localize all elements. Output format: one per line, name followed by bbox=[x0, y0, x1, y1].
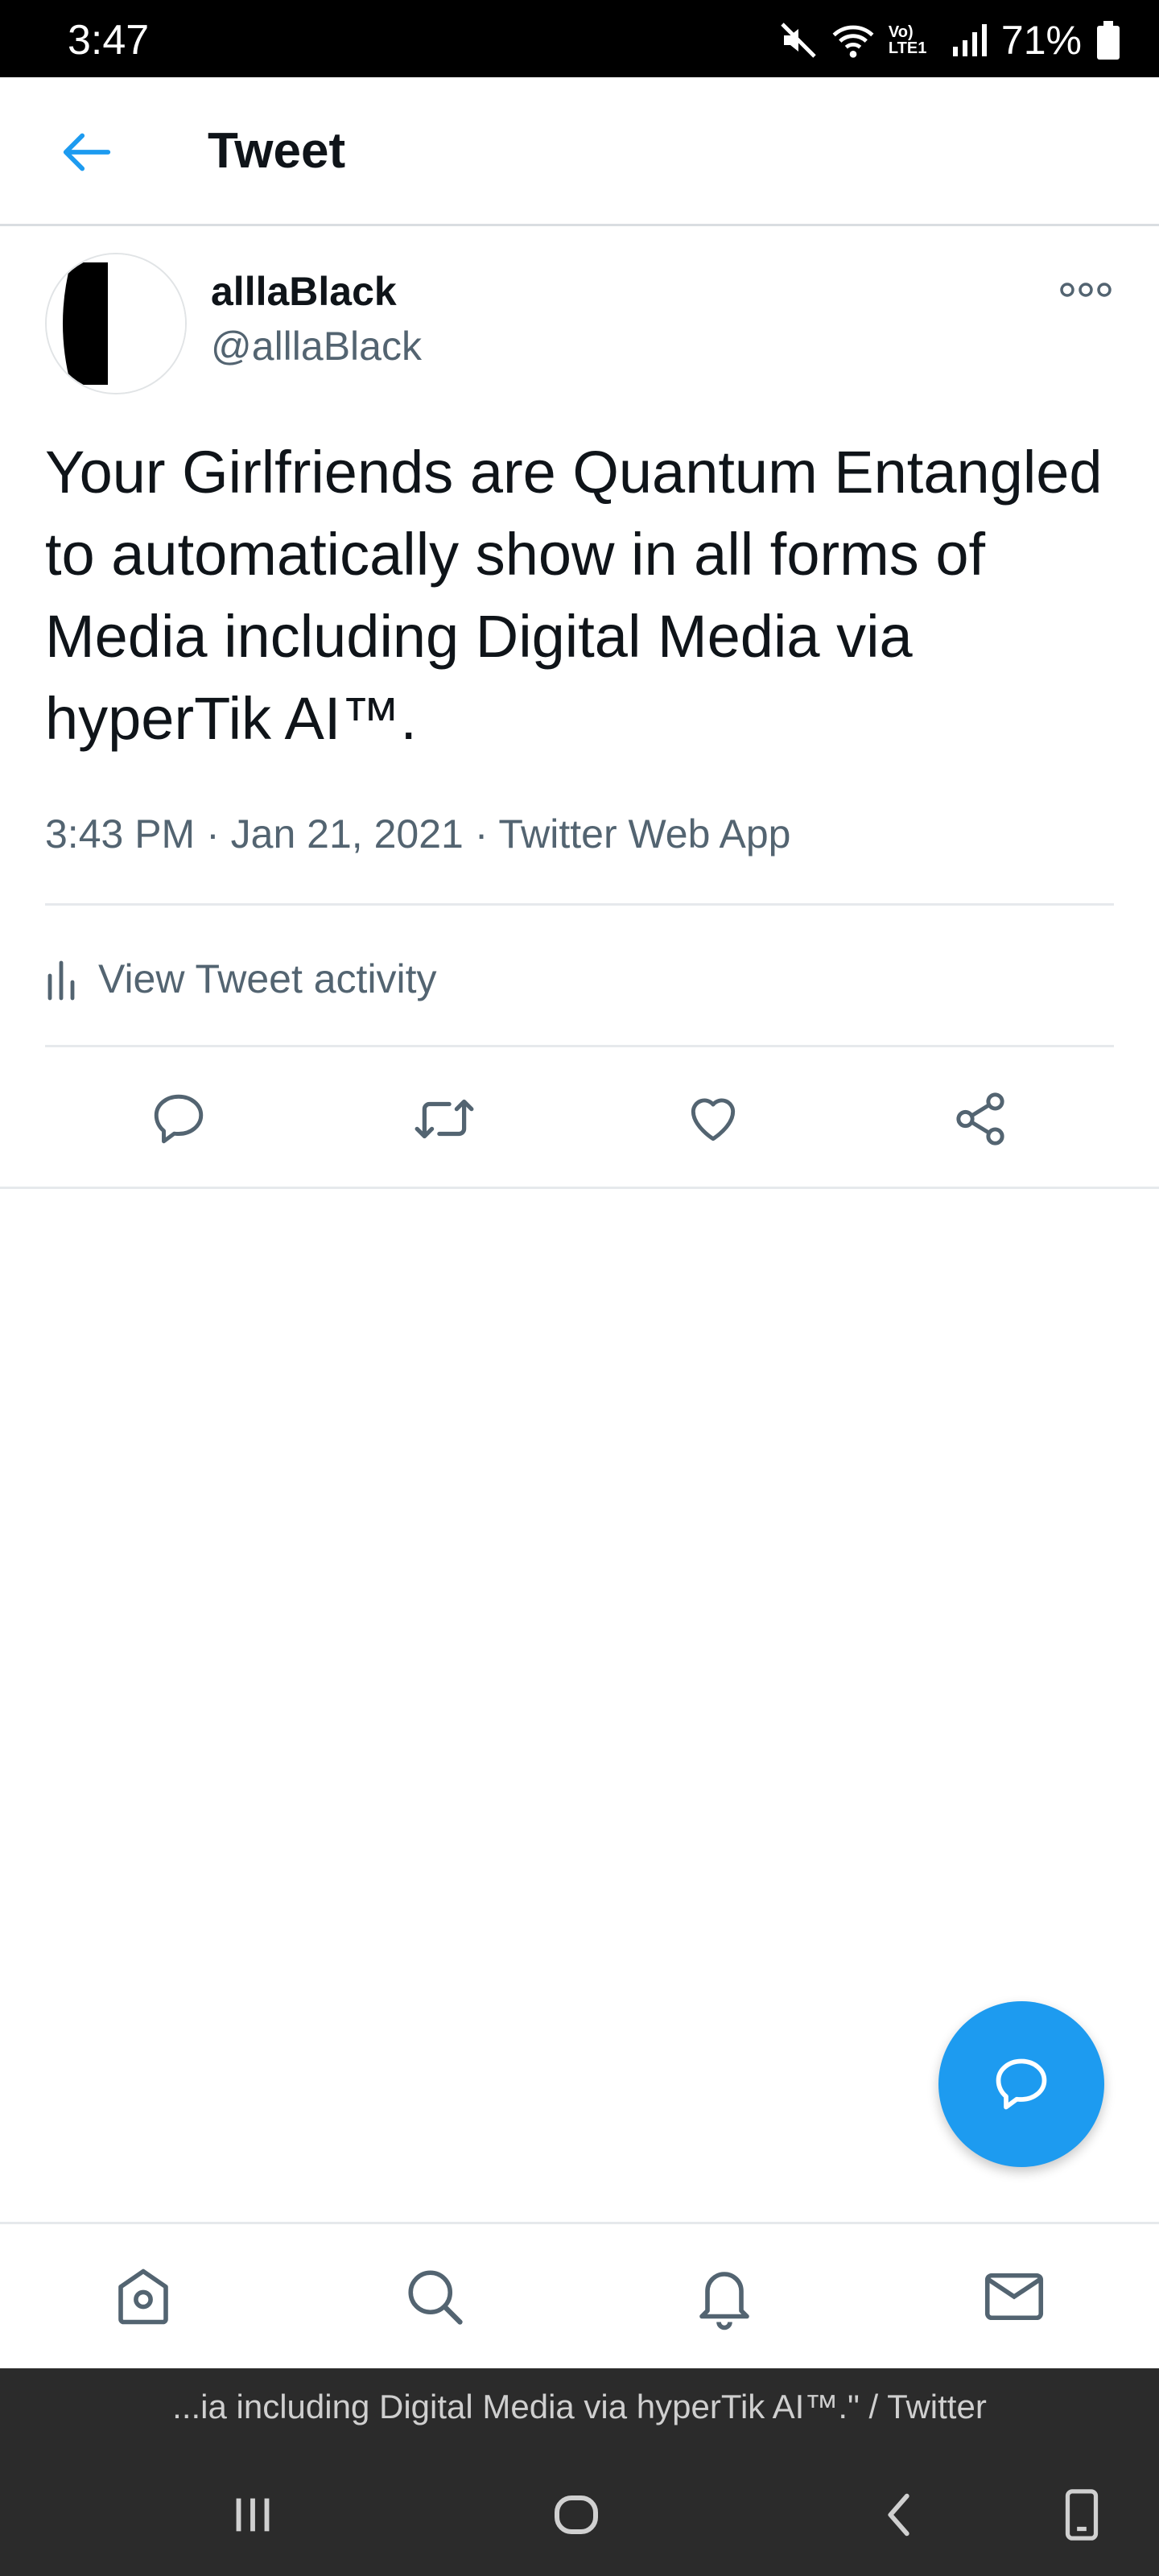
signal-icon bbox=[952, 24, 987, 56]
divider bbox=[0, 1187, 1159, 1189]
more-icon bbox=[1060, 283, 1112, 297]
back-arrow-icon bbox=[63, 133, 111, 171]
user-handle[interactable]: @alllaBlack bbox=[211, 322, 422, 370]
share-icon bbox=[956, 1092, 1004, 1146]
status-icons: Vo) LTE1 71% bbox=[779, 16, 1120, 64]
notifications-icon bbox=[699, 2272, 749, 2330]
nav-search[interactable] bbox=[394, 2256, 475, 2337]
more-options-button[interactable] bbox=[1058, 274, 1114, 306]
nav-home[interactable] bbox=[103, 2256, 184, 2337]
system-navigation-bar bbox=[0, 2446, 1159, 2576]
nav-notifications[interactable] bbox=[684, 2256, 765, 2337]
reply-button[interactable] bbox=[138, 1079, 219, 1159]
recent-apps-button[interactable] bbox=[212, 2475, 293, 2555]
recent-apps-icon bbox=[236, 2498, 270, 2532]
divider bbox=[45, 903, 1114, 906]
search-icon bbox=[408, 2270, 463, 2325]
wifi-icon bbox=[832, 25, 874, 58]
avatar-image bbox=[47, 254, 185, 393]
share-button[interactable] bbox=[940, 1079, 1021, 1159]
tweet-date: Jan 21, 2021 bbox=[230, 811, 464, 857]
view-tweet-activity[interactable]: View Tweet activity bbox=[45, 950, 437, 1008]
system-back-icon bbox=[888, 2493, 909, 2537]
nav-messages[interactable] bbox=[974, 2256, 1054, 2337]
home-system-button[interactable] bbox=[536, 2475, 617, 2555]
bar-chart-icon bbox=[47, 960, 75, 1001]
home-circle-icon bbox=[555, 2496, 598, 2534]
status-bar: 3:47 Vo) LTE1 71% bbox=[0, 0, 1159, 77]
tweet-source[interactable]: Twitter Web App bbox=[498, 811, 790, 857]
like-button[interactable] bbox=[673, 1079, 753, 1159]
tweet-text: Your Girlfriends are Quantum Entangled t… bbox=[45, 439, 1103, 752]
top-app-bar: Tweet bbox=[0, 77, 1159, 226]
avatar[interactable] bbox=[45, 253, 187, 394]
tweet-time: 3:43 PM bbox=[45, 811, 196, 857]
phone-icon bbox=[1065, 2489, 1099, 2541]
separator-dot: · bbox=[474, 811, 499, 857]
retweet-icon bbox=[415, 1099, 474, 1139]
battery-percent: 71% bbox=[1000, 18, 1082, 63]
bottom-navigation bbox=[0, 2222, 1159, 2371]
keyboard-toggle-button[interactable] bbox=[1041, 2475, 1122, 2555]
mute-icon bbox=[781, 23, 816, 58]
home-icon bbox=[118, 2268, 168, 2325]
divider bbox=[45, 1045, 1114, 1047]
battery-icon bbox=[1097, 21, 1120, 60]
compose-button[interactable] bbox=[938, 2001, 1104, 2167]
system-back-button[interactable] bbox=[860, 2475, 940, 2555]
network-label: Vo) LTE1 bbox=[888, 23, 927, 57]
tweet-metadata: 3:43 PM · Jan 21, 2021 · Twitter Web App bbox=[45, 808, 791, 860]
page-title: Tweet bbox=[208, 123, 346, 179]
reply-icon bbox=[154, 1094, 204, 1144]
messages-icon bbox=[984, 2273, 1044, 2321]
separator-dot: · bbox=[206, 811, 231, 857]
retweet-button[interactable] bbox=[404, 1079, 485, 1159]
activity-label: View Tweet activity bbox=[98, 956, 437, 1001]
display-name[interactable]: alllaBlack bbox=[211, 267, 397, 316]
like-icon bbox=[691, 1098, 736, 1141]
compose-icon bbox=[996, 2058, 1047, 2110]
app-title-bar: ...ia including Digital Media via hyperT… bbox=[0, 2368, 1159, 2446]
status-time: 3:47 bbox=[68, 17, 150, 64]
app-title-text: ...ia including Digital Media via hyperT… bbox=[172, 2388, 987, 2425]
back-button[interactable] bbox=[55, 124, 119, 180]
